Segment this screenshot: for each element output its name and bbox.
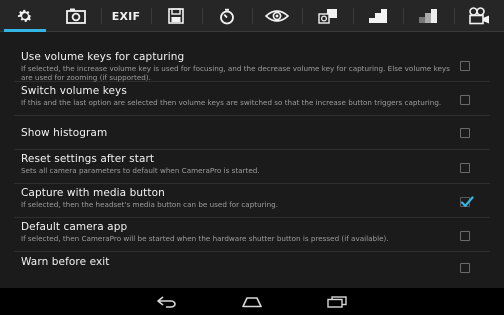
pref-switch-volume-keys[interactable]: Switch volume keys If this and the last … [14, 82, 490, 116]
pref-default-camera-app[interactable]: Default camera app If selected, then Cam… [14, 218, 490, 252]
pref-title: Use volume keys for capturing [21, 51, 185, 63]
pref-summary: If selected, then CameraPro will be star… [21, 234, 389, 243]
pref-title: Default camera app [21, 221, 128, 233]
tab-divider [352, 8, 354, 24]
system-navigation-bar [0, 288, 504, 315]
tab-divider [100, 8, 102, 24]
tab-divider [453, 8, 455, 24]
tab-effects[interactable] [302, 0, 352, 32]
pref-summary: If this and the last option are selected… [21, 98, 442, 107]
home-button[interactable] [232, 292, 272, 312]
tab-exif[interactable]: EXIF [101, 0, 151, 32]
checkbox-warn-before-exit[interactable] [460, 263, 470, 273]
recent-apps-button[interactable] [317, 292, 357, 312]
video-camera-icon [468, 7, 490, 25]
pref-summary: If selected, the increase volume key is … [21, 64, 450, 82]
tab-divider [201, 8, 203, 24]
tab-eye[interactable] [252, 0, 302, 32]
tab-settings[interactable] [0, 0, 50, 32]
tab-stairs[interactable] [353, 0, 403, 32]
checkbox-switch-volume-keys[interactable] [460, 95, 470, 105]
bw-effects-icon [317, 8, 338, 24]
pref-title: Warn before exit [21, 256, 110, 268]
pref-summary: Sets all camera parameters to default wh… [21, 166, 260, 175]
tab-video[interactable] [454, 0, 504, 32]
back-button[interactable] [147, 292, 187, 312]
preferences-list[interactable]: Use volume keys for capturing If selecte… [0, 48, 504, 278]
tab-gradient[interactable] [403, 0, 453, 32]
checkbox-show-histogram[interactable] [460, 128, 470, 138]
gradient-icon [418, 8, 438, 24]
tab-divider [252, 8, 253, 24]
timer-icon [219, 8, 235, 25]
home-icon [241, 293, 263, 312]
checkbox-use-volume-keys[interactable] [460, 61, 470, 71]
exif-label: EXIF [111, 9, 141, 23]
recent-apps-icon [326, 293, 348, 312]
floppy-disk-icon [168, 8, 185, 24]
pref-reset-settings[interactable]: Reset settings after start Sets all came… [14, 150, 490, 184]
pref-title: Reset settings after start [21, 153, 155, 165]
pref-warn-before-exit[interactable]: Warn before exit [14, 252, 490, 278]
tab-divider [403, 8, 405, 24]
checkmark-icon [460, 196, 474, 207]
eye-icon [265, 9, 290, 23]
tab-timer[interactable] [202, 0, 252, 32]
checkbox-reset-settings[interactable] [460, 163, 470, 173]
pref-capture-media-button[interactable]: Capture with media button If selected, t… [14, 184, 490, 218]
checkbox-default-camera-app[interactable] [460, 231, 470, 241]
stairs-icon [368, 8, 388, 24]
tab-divider [151, 8, 153, 24]
tab-divider [302, 8, 304, 24]
pref-title: Switch volume keys [21, 85, 127, 97]
tab-storage[interactable] [151, 0, 201, 32]
tab-bar: EXIF [0, 0, 504, 32]
checkbox-capture-media-button[interactable] [460, 196, 474, 207]
camera-icon [65, 8, 86, 24]
pref-use-volume-keys[interactable]: Use volume keys for capturing If selecte… [14, 48, 490, 82]
back-icon [156, 293, 178, 312]
gear-icon [16, 7, 34, 25]
pref-title: Capture with media button [21, 187, 165, 199]
pref-title: Show histogram [21, 127, 108, 139]
tab-camera[interactable] [50, 0, 100, 32]
pref-show-histogram[interactable]: Show histogram [14, 116, 490, 150]
pref-summary: If selected, then the headset's media bu… [21, 200, 279, 209]
